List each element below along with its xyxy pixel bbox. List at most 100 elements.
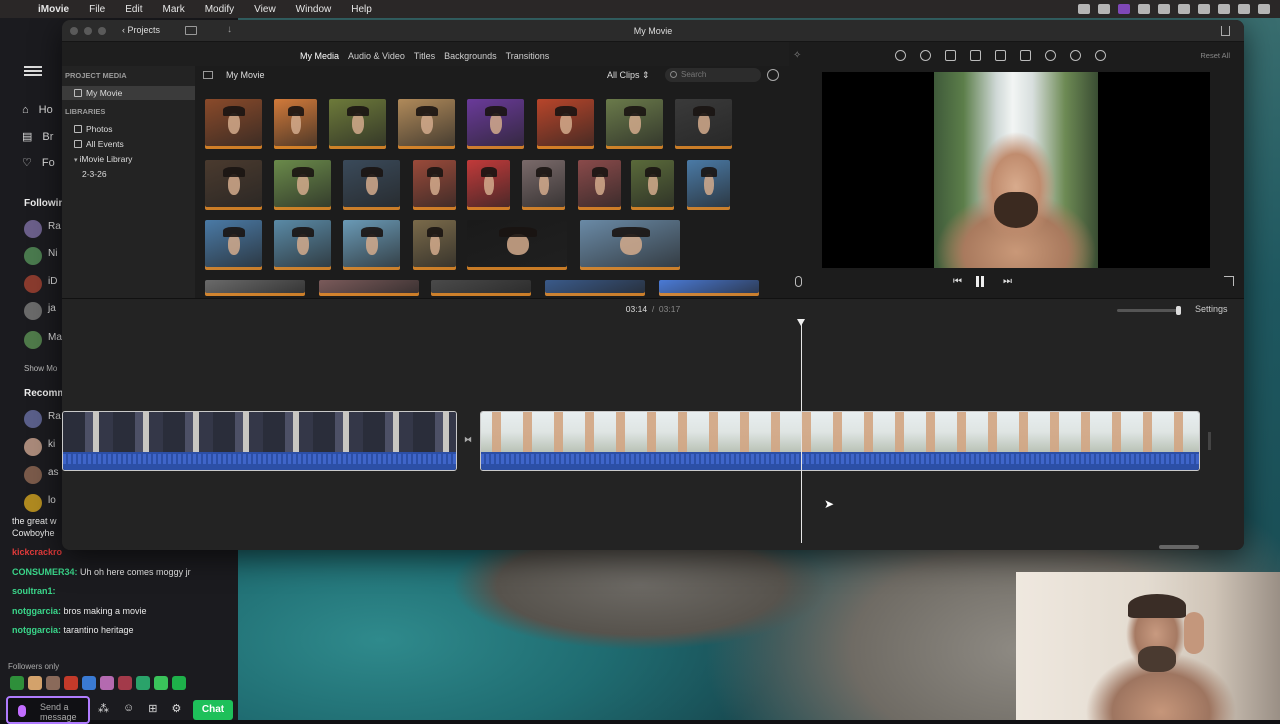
clip-thumbnail[interactable] (274, 160, 331, 210)
clip-thumbnail[interactable] (205, 220, 262, 270)
channel-name[interactable]: Ra (48, 411, 61, 422)
wifi-icon[interactable] (1178, 4, 1190, 14)
clip-thumbnail[interactable] (631, 160, 674, 210)
search-input[interactable]: Search (665, 68, 761, 82)
clip-thumbnail[interactable] (580, 220, 680, 270)
nav-browse[interactable]: ▤Br (22, 130, 53, 143)
clip-thumbnail[interactable] (467, 220, 567, 270)
emote-icon[interactable] (28, 676, 42, 690)
chat-send-button[interactable]: Chat (193, 700, 233, 720)
channel-name[interactable]: Ra (48, 221, 61, 232)
sidebar-item-photos[interactable]: Photos (62, 122, 195, 136)
timeline-clip[interactable] (480, 411, 1200, 471)
clip-thumbnail[interactable] (675, 99, 732, 149)
emote-icon[interactable] (100, 676, 114, 690)
clips-filter-dropdown[interactable]: All Clips ⇕ (607, 70, 650, 81)
clip-thumbnail[interactable] (329, 99, 386, 149)
clip-thumbnail[interactable] (319, 280, 419, 296)
menu-window[interactable]: Window (286, 4, 342, 15)
voiceover-mic-icon[interactable] (795, 276, 802, 287)
clip-thumbnail[interactable] (343, 160, 400, 210)
clip-thumbnail[interactable] (522, 160, 565, 210)
tray-grid-icon[interactable] (1138, 4, 1150, 14)
clip-thumbnail[interactable] (205, 99, 262, 149)
clip-thumbnail[interactable] (545, 280, 645, 296)
color-balance-icon[interactable] (895, 50, 906, 61)
bits-icon[interactable]: ⁂ (98, 702, 109, 715)
avatar[interactable] (24, 275, 42, 293)
bluetooth-icon[interactable] (1218, 4, 1230, 14)
sidebar-item-my-movie[interactable]: My Movie (62, 86, 195, 100)
clip-thumbnail[interactable] (274, 99, 317, 149)
tray-app-icon[interactable] (1078, 4, 1090, 14)
clip-thumbnail[interactable] (606, 99, 663, 149)
channel-name[interactable]: Ni (48, 248, 57, 259)
clip-thumbnail[interactable] (398, 99, 455, 149)
clip-thumbnail[interactable] (431, 280, 531, 296)
gift-icon[interactable]: ⊞ (148, 702, 157, 715)
sidebar-item-all-events[interactable]: All Events (62, 137, 195, 151)
avatar[interactable] (24, 494, 42, 512)
tray-stream-icon[interactable] (1118, 4, 1130, 14)
clip-thumbnail[interactable] (274, 220, 331, 270)
reset-all-button[interactable]: Reset All (1200, 51, 1230, 60)
clip-thumbnail[interactable] (413, 160, 456, 210)
clip-thumbnail[interactable] (343, 220, 400, 270)
crop-icon[interactable] (945, 50, 956, 61)
settings-icon[interactable]: ⚙ (171, 702, 181, 715)
fullscreen-icon[interactable] (1224, 276, 1234, 286)
share-icon[interactable] (1221, 26, 1230, 36)
nav-home[interactable]: ⌂Ho (22, 104, 53, 116)
avatar[interactable] (24, 466, 42, 484)
clip-thumbnail[interactable] (413, 220, 456, 270)
playhead[interactable] (801, 321, 802, 543)
disclosure-triangle-icon[interactable]: ▾ (74, 157, 78, 164)
sidebar-item-imovie-library[interactable]: ▾iMovie Library (62, 152, 195, 166)
playhead-handle[interactable] (797, 319, 805, 326)
zoom-slider-knob[interactable] (1176, 306, 1181, 315)
channel-name[interactable]: ja (48, 303, 56, 314)
hamburger-icon[interactable] (24, 64, 42, 78)
channel-name[interactable]: as (48, 467, 59, 478)
clip-thumbnail[interactable] (467, 160, 510, 210)
tab-transitions[interactable]: Transitions (506, 49, 550, 63)
avatar[interactable] (24, 302, 42, 320)
emote-icon[interactable] (136, 676, 150, 690)
emote-icon[interactable] (154, 676, 168, 690)
emote-icon[interactable] (172, 676, 186, 690)
avatar[interactable] (24, 331, 42, 349)
tab-audio-video[interactable]: Audio & Video (348, 49, 405, 63)
tab-titles[interactable]: Titles (414, 49, 435, 63)
emote-icon[interactable] (64, 676, 78, 690)
channel-name[interactable]: Ma (48, 332, 62, 343)
control-center-icon[interactable] (1238, 4, 1250, 14)
clip-filter-icon[interactable] (1070, 50, 1081, 61)
menu-mark[interactable]: Mark (152, 4, 194, 15)
emote-icon[interactable] (46, 676, 60, 690)
info-icon[interactable] (1095, 50, 1106, 61)
emote-icon[interactable] (82, 676, 96, 690)
avatar[interactable] (24, 247, 42, 265)
stabilization-icon[interactable] (970, 50, 981, 61)
skip-back-icon[interactable]: ⏮ (953, 276, 962, 287)
channel-name[interactable]: ki (48, 439, 55, 450)
tab-my-media[interactable]: My Media (300, 49, 339, 63)
noise-reduction-icon[interactable] (1020, 50, 1031, 61)
menu-view[interactable]: View (244, 4, 286, 15)
avatar[interactable] (24, 220, 42, 238)
clip-thumbnail[interactable] (687, 160, 730, 210)
menu-modify[interactable]: Modify (195, 4, 244, 15)
siri-icon[interactable] (1258, 4, 1270, 14)
gear-icon[interactable] (767, 69, 779, 81)
zoom-slider[interactable] (1117, 309, 1179, 312)
menu-edit[interactable]: Edit (115, 4, 152, 15)
clip-thumbnail[interactable] (205, 280, 305, 296)
timeline-clip[interactable] (62, 411, 457, 471)
avatar[interactable] (24, 438, 42, 456)
skip-forward-icon[interactable]: ⏭ (1003, 276, 1012, 287)
clip-thumbnail[interactable] (659, 280, 759, 296)
emote-icon[interactable] (118, 676, 132, 690)
channel-name[interactable]: iD (48, 276, 57, 287)
speed-icon[interactable] (1045, 50, 1056, 61)
clip-thumbnail[interactable] (537, 99, 594, 149)
